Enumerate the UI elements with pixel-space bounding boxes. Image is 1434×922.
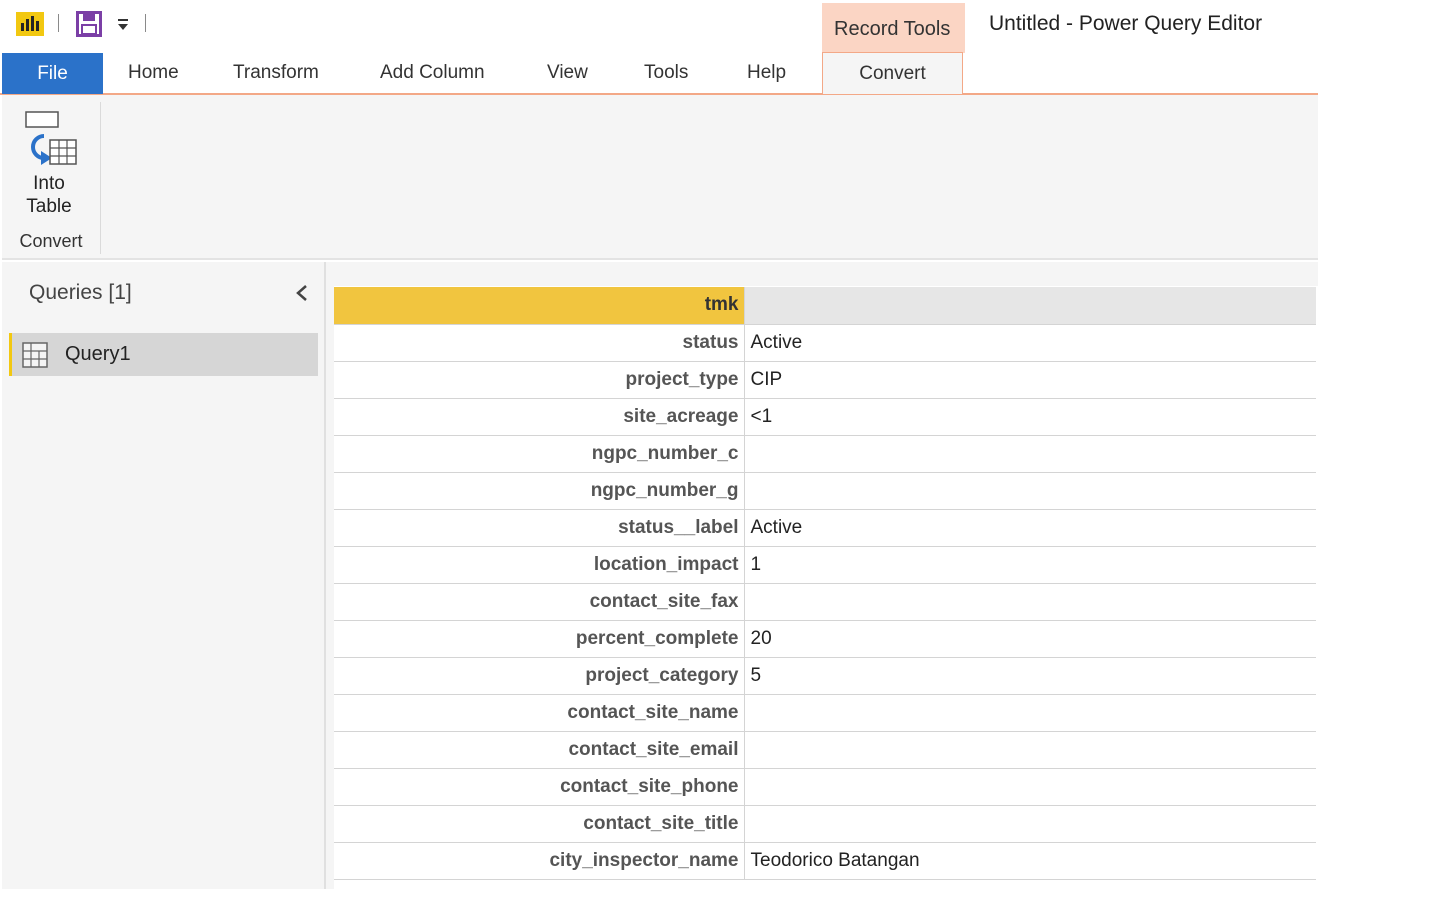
record-field-name[interactable]: tmk	[334, 287, 745, 325]
record-field-value[interactable]: 5	[744, 657, 1316, 695]
record-field-name[interactable]: contact_site_name	[334, 694, 745, 732]
record-tools-context-group: Record Tools	[822, 3, 965, 53]
record-field-name[interactable]: ngpc_number_g	[334, 472, 745, 510]
record-row[interactable]: percent_complete 20	[334, 620, 1316, 658]
collapse-chevron-icon[interactable]	[294, 283, 310, 303]
tab-view[interactable]: View	[547, 52, 588, 93]
record-row[interactable]: contact_site_phone	[334, 768, 1316, 806]
record-row[interactable]: city_inspector_name Teodorico Batangan	[334, 842, 1316, 880]
record-field-value[interactable]	[744, 287, 1316, 325]
convert-group-label: Convert	[19, 231, 83, 251]
record-field-name[interactable]: status__label	[334, 509, 745, 547]
tab-convert[interactable]: Convert	[822, 52, 963, 94]
record-field-name[interactable]: project_category	[334, 657, 745, 695]
record-field-name[interactable]: project_type	[334, 361, 745, 399]
record-field-value[interactable]: Active	[744, 509, 1316, 547]
toolbar-separator	[58, 14, 59, 32]
tab-home[interactable]: Home	[128, 52, 179, 93]
record-field-name[interactable]: contact_site_email	[334, 731, 745, 769]
record-header-row[interactable]: tmk	[334, 287, 1316, 325]
record-field-value[interactable]	[744, 472, 1316, 510]
tab-file[interactable]: File	[2, 53, 103, 94]
grid-left-margin	[326, 262, 334, 889]
save-icon[interactable]	[76, 11, 102, 37]
record-row[interactable]: contact_site_name	[334, 694, 1316, 732]
record-field-name[interactable]: contact_site_title	[334, 805, 745, 843]
record-field-name[interactable]: city_inspector_name	[334, 842, 745, 880]
query-item-label: Query1	[65, 343, 131, 365]
into-table-label-line2: Table	[26, 196, 72, 217]
record-field-name[interactable]: percent_complete	[334, 620, 745, 658]
record-row[interactable]: contact_site_title	[334, 805, 1316, 843]
query-list-item[interactable]	[9, 333, 318, 376]
record-tools-label: Record Tools	[834, 18, 951, 40]
into-table-label-line1: Into	[33, 173, 65, 194]
ribbon-border	[2, 258, 1318, 260]
tab-tools[interactable]: Tools	[644, 52, 688, 93]
record-field-value[interactable]: 20	[744, 620, 1316, 658]
record-field-name[interactable]: location_impact	[334, 546, 745, 584]
record-field-name[interactable]: site_acreage	[334, 398, 745, 436]
record-row[interactable]: status__label Active	[334, 509, 1316, 547]
tab-help[interactable]: Help	[747, 52, 786, 93]
record-field-value[interactable]	[744, 805, 1316, 843]
record-row[interactable]: contact_site_email	[334, 731, 1316, 769]
table-icon	[22, 342, 48, 368]
queries-title: Queries [1]	[29, 281, 132, 304]
record-field-value[interactable]: <1	[744, 398, 1316, 436]
record-field-value[interactable]: 1	[744, 546, 1316, 584]
record-field-value[interactable]	[744, 694, 1316, 732]
grid-top-margin	[326, 262, 1318, 286]
record-table: tmk status Active project_type CIP site_acre…	[334, 287, 1316, 880]
record-row[interactable]: project_type CIP	[334, 361, 1316, 399]
record-field-value[interactable]	[744, 768, 1316, 806]
into-table-label: Into Table	[10, 172, 88, 218]
record-field-name[interactable]: contact_site_phone	[334, 768, 745, 806]
record-field-value[interactable]: Teodorico Batangan	[744, 842, 1316, 880]
record-field-name[interactable]: ngpc_number_c	[334, 435, 745, 473]
record-row[interactable]: location_impact 1	[334, 546, 1316, 584]
record-field-name[interactable]: status	[334, 324, 745, 362]
record-field-value[interactable]	[744, 583, 1316, 621]
record-row[interactable]: ngpc_number_c	[334, 435, 1316, 473]
record-row[interactable]: ngpc_number_g	[334, 472, 1316, 510]
record-field-value[interactable]	[744, 435, 1316, 473]
record-field-value[interactable]: Active	[744, 324, 1316, 362]
ribbon	[2, 95, 1318, 258]
toolbar-separator	[145, 14, 146, 32]
record-row[interactable]: contact_site_fax	[334, 583, 1316, 621]
power-bi-icon[interactable]	[16, 12, 44, 36]
record-row[interactable]: project_category 5	[334, 657, 1316, 695]
tab-add-column[interactable]: Add Column	[380, 52, 485, 93]
record-field-value[interactable]: CIP	[744, 361, 1316, 399]
record-row[interactable]: site_acreage <1	[334, 398, 1316, 436]
window-title: Untitled - Power Query Editor	[989, 12, 1263, 35]
customize-caret-icon[interactable]	[116, 16, 130, 32]
record-field-name[interactable]: contact_site_fax	[334, 583, 745, 621]
record-field-value[interactable]	[744, 731, 1316, 769]
record-row[interactable]: status Active	[334, 324, 1316, 362]
into-table-icon	[25, 111, 77, 165]
tab-transform[interactable]: Transform	[233, 52, 319, 93]
